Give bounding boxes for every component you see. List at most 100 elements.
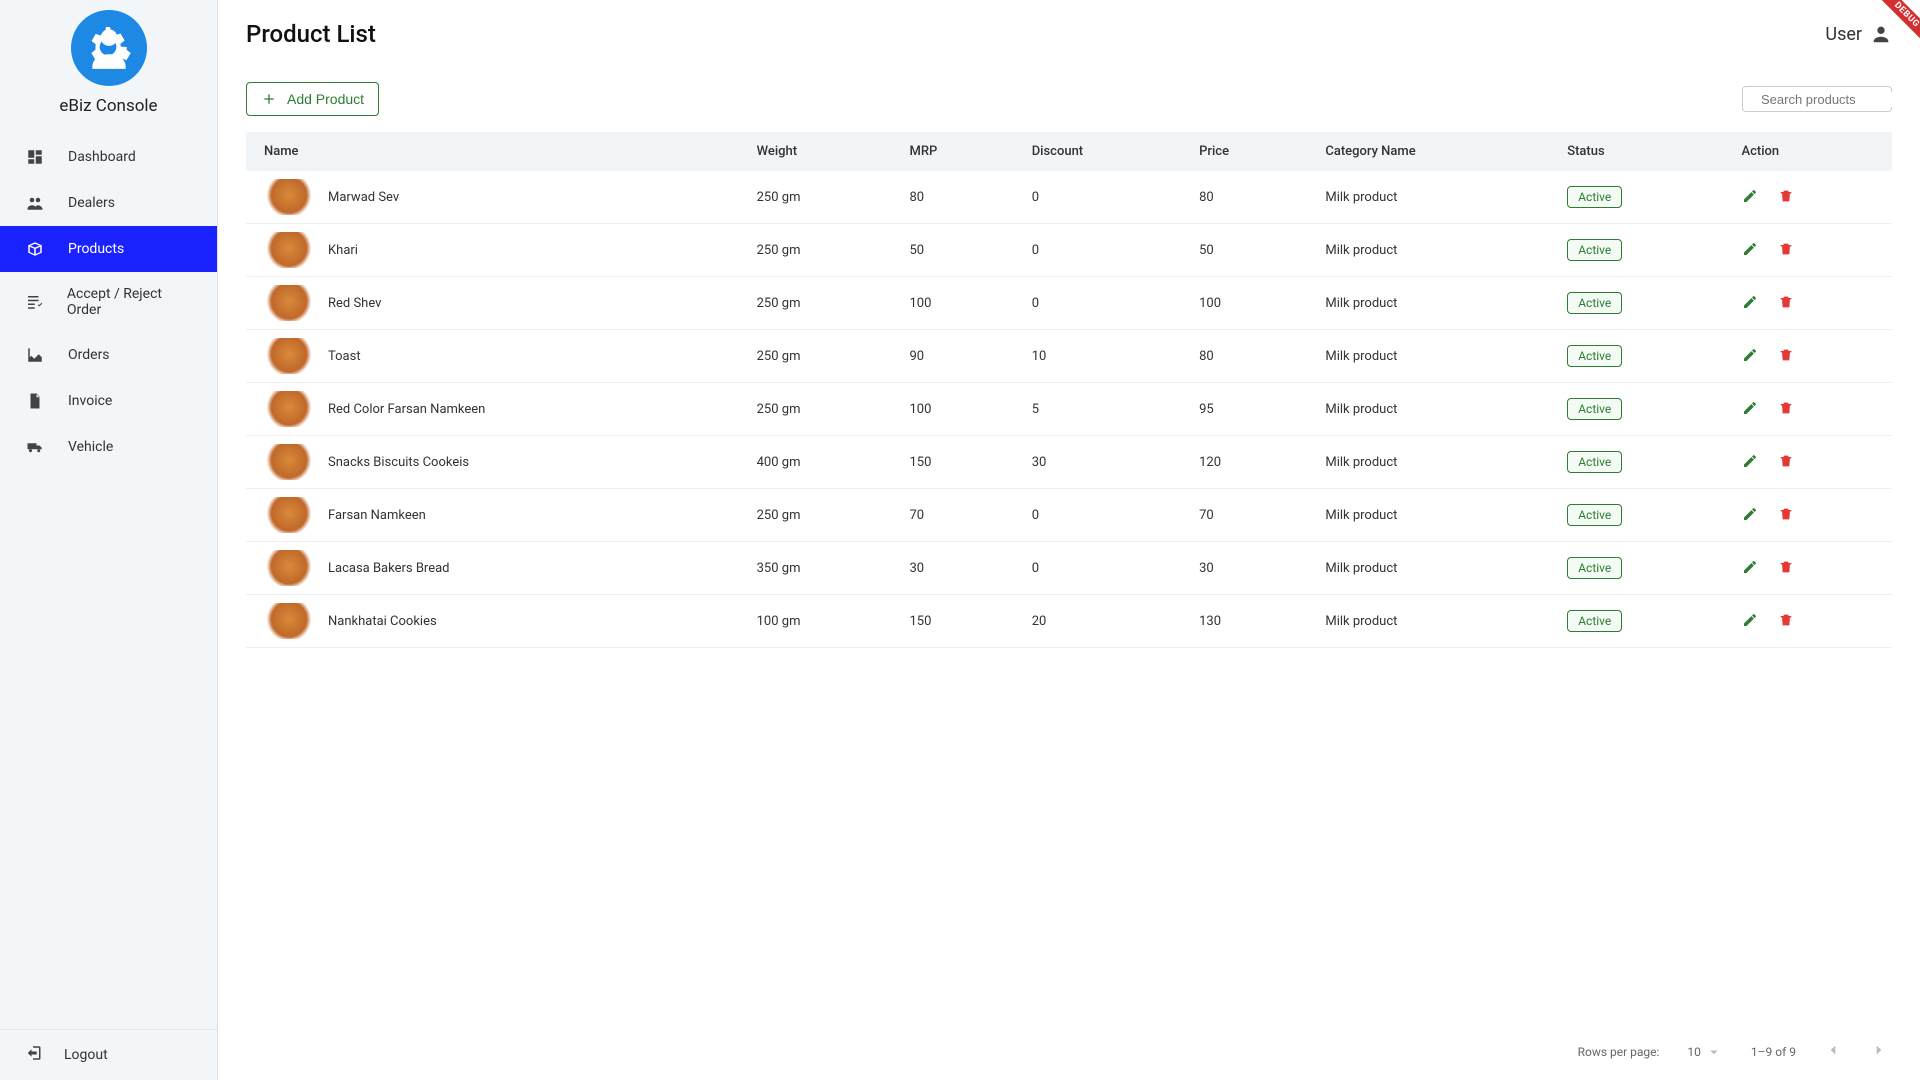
product-weight: 400 gm (739, 436, 892, 489)
trash-icon (1778, 347, 1794, 363)
edit-button[interactable] (1742, 400, 1758, 419)
chevron-left-icon (1824, 1041, 1842, 1059)
product-discount: 0 (1014, 277, 1181, 330)
product-name: Khari (328, 243, 358, 258)
edit-button[interactable] (1742, 559, 1758, 578)
edit-button[interactable] (1742, 612, 1758, 631)
product-weight: 250 gm (739, 171, 892, 224)
document-icon (24, 392, 46, 410)
sidebar-item-vehicle[interactable]: Vehicle (0, 424, 217, 470)
product-category: Milk product (1307, 171, 1549, 224)
edit-button[interactable] (1742, 506, 1758, 525)
edit-button[interactable] (1742, 241, 1758, 260)
edit-button[interactable] (1742, 294, 1758, 313)
edit-button[interactable] (1742, 453, 1758, 472)
product-name: Nankhatai Cookies (328, 614, 437, 629)
edit-button[interactable] (1742, 347, 1758, 366)
edit-button[interactable] (1742, 188, 1758, 207)
next-page-button[interactable] (1870, 1041, 1888, 1062)
sidebar-item-orders[interactable]: Orders (0, 332, 217, 378)
product-category: Milk product (1307, 595, 1549, 648)
col-discount: Discount (1014, 132, 1181, 171)
sidebar-item-products[interactable]: Products (0, 226, 217, 272)
chevron-down-icon (1705, 1043, 1723, 1061)
col-weight: Weight (739, 132, 892, 171)
pencil-icon (1742, 188, 1758, 204)
add-product-button[interactable]: Add Product (246, 82, 379, 116)
table-row: Khari250 gm50050Milk productActive (246, 224, 1892, 277)
sidebar-item-dashboard[interactable]: Dashboard (0, 134, 217, 180)
product-thumb (264, 550, 314, 586)
product-name: Snacks Biscuits Cookeis (328, 455, 469, 470)
gear-icon (83, 22, 133, 72)
delete-button[interactable] (1778, 400, 1794, 419)
logout-icon (24, 1044, 42, 1066)
status-badge: Active (1567, 186, 1622, 208)
sidebar-item-label: Dashboard (68, 149, 136, 165)
product-price: 130 (1181, 595, 1307, 648)
rows-per-page-selector[interactable]: 10 (1687, 1043, 1723, 1061)
product-category: Milk product (1307, 489, 1549, 542)
logo-area: eBiz Console (0, 0, 217, 134)
sidebar-item-dealers[interactable]: Dealers (0, 180, 217, 226)
user-label: User (1825, 24, 1862, 45)
product-name: Lacasa Bakers Bread (328, 561, 450, 576)
prev-page-button[interactable] (1824, 1041, 1842, 1062)
user-icon (1870, 23, 1892, 45)
plus-icon (261, 91, 277, 107)
delete-button[interactable] (1778, 612, 1794, 631)
product-mrp: 100 (891, 277, 1013, 330)
product-price: 70 (1181, 489, 1307, 542)
user-menu[interactable]: User (1825, 23, 1892, 45)
delete-button[interactable] (1778, 506, 1794, 525)
product-price: 80 (1181, 171, 1307, 224)
sidebar-item-label: Products (68, 241, 124, 257)
page-title: Product List (246, 20, 376, 48)
col-name: Name (246, 132, 739, 171)
product-thumb (264, 179, 314, 215)
col-category-name: Category Name (1307, 132, 1549, 171)
search-input-wrap[interactable] (1742, 86, 1892, 112)
product-thumb (264, 391, 314, 427)
delete-button[interactable] (1778, 347, 1794, 366)
delete-button[interactable] (1778, 453, 1794, 472)
chevron-right-icon (1870, 1041, 1888, 1059)
product-mrp: 80 (891, 171, 1013, 224)
product-category: Milk product (1307, 383, 1549, 436)
product-mrp: 70 (891, 489, 1013, 542)
pencil-icon (1742, 453, 1758, 469)
search-input[interactable] (1761, 92, 1920, 107)
sidebar-item-label: Vehicle (68, 439, 113, 455)
delete-button[interactable] (1778, 559, 1794, 578)
pagination: Rows per page: 10 1–9 of 9 (246, 1023, 1892, 1080)
sidebar-item-accept-reject-order[interactable]: Accept / Reject Order (0, 272, 217, 332)
sidebar-item-label: Orders (68, 347, 110, 363)
dashboard-icon (24, 148, 46, 166)
product-discount: 0 (1014, 489, 1181, 542)
product-name: Red Color Farsan Namkeen (328, 402, 485, 417)
status-badge: Active (1567, 610, 1622, 632)
product-name: Marwad Sev (328, 190, 399, 205)
page-range: 1–9 of 9 (1751, 1045, 1796, 1059)
product-price: 50 (1181, 224, 1307, 277)
product-category: Milk product (1307, 277, 1549, 330)
delete-button[interactable] (1778, 188, 1794, 207)
app-logo-icon (71, 10, 147, 86)
table-row: Red Shev250 gm1000100Milk productActive (246, 277, 1892, 330)
product-thumb (264, 497, 314, 533)
nav: Dashboard Dealers Products Accept / Reject … (0, 134, 217, 1029)
logout-button[interactable]: Logout (0, 1029, 217, 1080)
product-mrp: 90 (891, 330, 1013, 383)
product-discount: 10 (1014, 330, 1181, 383)
delete-button[interactable] (1778, 241, 1794, 260)
pencil-icon (1742, 506, 1758, 522)
pencil-icon (1742, 400, 1758, 416)
delete-button[interactable] (1778, 294, 1794, 313)
product-category: Milk product (1307, 224, 1549, 277)
table-row: Snacks Biscuits Cookeis400 gm15030120Mil… (246, 436, 1892, 489)
product-mrp: 30 (891, 542, 1013, 595)
sidebar-item-invoice[interactable]: Invoice (0, 378, 217, 424)
col-mrp: MRP (891, 132, 1013, 171)
product-price: 120 (1181, 436, 1307, 489)
rows-per-page-value: 10 (1687, 1045, 1701, 1059)
